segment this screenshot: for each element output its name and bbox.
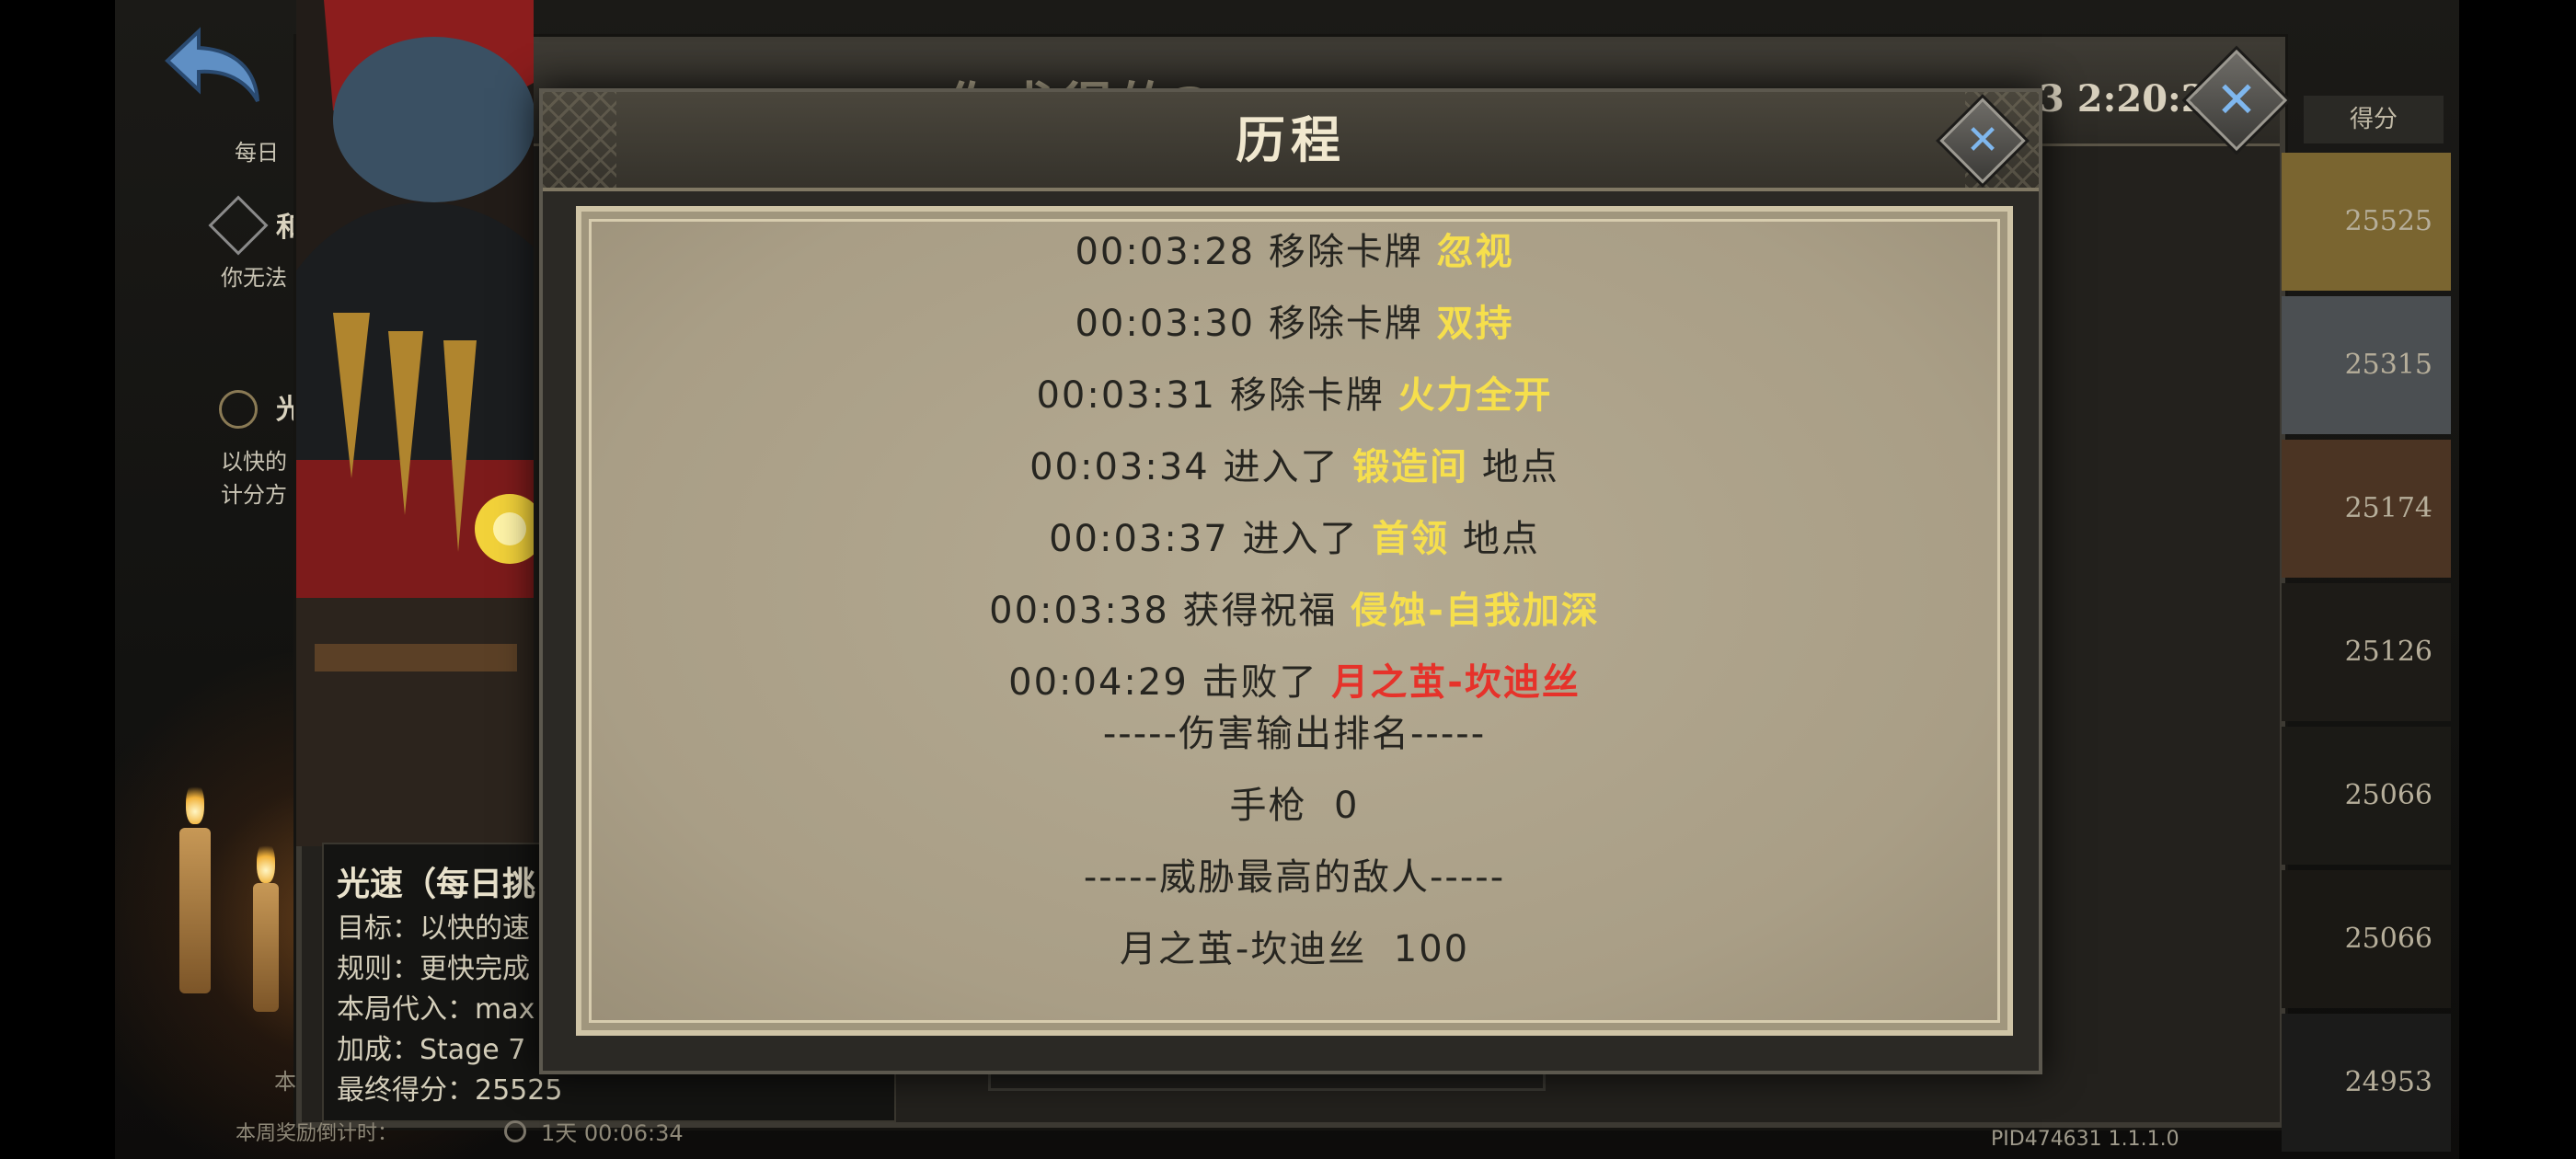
log-timestamp: 00:03:37 xyxy=(1049,518,1243,560)
history-log-entry: 00:03:28 移除卡牌 忽视 xyxy=(581,223,2007,281)
log-action: 获得祝福 xyxy=(1182,590,1351,632)
log-timestamp: 00:03:34 xyxy=(1029,446,1224,488)
target-icon xyxy=(219,390,258,429)
close-icon: ✕ xyxy=(1965,117,2000,164)
log-action: 移除卡牌 xyxy=(1229,374,1398,417)
challenge-title: 光速（每日挑 xyxy=(337,866,536,903)
history-log-entry: 00:03:30 移除卡牌 双持 xyxy=(581,294,2007,353)
log-timestamp: 00:03:31 xyxy=(1036,374,1230,417)
history-log-entry: 00:03:34 进入了 锻造间 地点 xyxy=(581,438,2007,497)
challenge-bonus: 加成：Stage 7 xyxy=(337,1034,526,1066)
history-log-entry: 00:03:38 获得祝福 侵蚀-自我加深 xyxy=(581,581,2007,640)
log-highlight: 侵蚀-自我加深 xyxy=(1351,590,1600,632)
history-log-entry: 00:04:29 击败了 月之茧-坎迪丝 xyxy=(581,653,2007,712)
score-column-header: 得分 xyxy=(2304,96,2444,143)
log-action: 移除卡牌 xyxy=(1268,231,1437,273)
score-cell[interactable]: 25126 xyxy=(2282,583,2451,721)
mode-item-desc: 计分方 xyxy=(221,482,287,508)
challenge-substitute: 本局代入：max xyxy=(337,993,535,1026)
challenge-rule: 规则：更快完成 xyxy=(337,953,530,985)
log-timestamp: 00:04:29 xyxy=(1008,661,1202,704)
candle-flame xyxy=(186,782,204,824)
log-highlight: 锻造间 xyxy=(1352,446,1469,488)
threat-header: -----威胁最高的敌人----- xyxy=(1083,856,1506,899)
mode-item-desc: 以快的 xyxy=(221,449,287,475)
log-highlight: 首领 xyxy=(1372,518,1450,560)
clock-icon xyxy=(504,1120,526,1142)
log-action: 进入了 xyxy=(1223,446,1353,488)
candle-flame xyxy=(257,841,275,883)
log-highlight: 月之茧-坎迪丝 xyxy=(1331,661,1581,704)
log-suffix: 地点 xyxy=(1449,518,1540,560)
log-highlight: 双持 xyxy=(1436,303,1514,345)
history-log-entry: 00:03:37 进入了 首领 地点 xyxy=(581,510,2007,568)
candle xyxy=(253,883,279,1012)
weekly-countdown-label: 本周奖励倒计时： xyxy=(236,1122,398,1145)
log-action: 进入了 xyxy=(1242,518,1373,560)
mode-item-desc: 你无法 xyxy=(221,265,287,291)
score-cell[interactable]: 25066 xyxy=(2282,870,2451,1008)
history-log-entry: 00:03:31 移除卡牌 火力全开 xyxy=(581,366,2007,425)
modal-header: 历程 xyxy=(543,92,2039,191)
back-button[interactable] xyxy=(162,24,263,107)
log-action: 移除卡牌 xyxy=(1268,303,1437,345)
log-highlight: 忽视 xyxy=(1436,231,1514,273)
log-action: 击败了 xyxy=(1202,661,1332,704)
candle xyxy=(179,828,211,993)
score-cell[interactable]: 25315 xyxy=(2282,296,2451,434)
final-score: 最终得分：25525 xyxy=(337,1074,563,1107)
log-highlight: 火力全开 xyxy=(1397,374,1553,417)
daily-tab-label[interactable]: 每日 xyxy=(235,134,279,166)
history-log-panel[interactable]: 00:03:28 移除卡牌 忽视 00:03:30 移除卡牌 双持 00:03:31… xyxy=(576,206,2013,1036)
score-cell[interactable]: 25174 xyxy=(2282,440,2451,578)
character-portrait xyxy=(296,0,534,846)
back-arrow-icon xyxy=(165,27,259,102)
score-cell[interactable]: 24953 xyxy=(2282,1014,2451,1152)
threat-entry: 月之茧-坎迪丝 100 xyxy=(1119,928,1470,970)
score-cell[interactable]: 25066 xyxy=(2282,727,2451,865)
log-suffix: 地点 xyxy=(1468,446,1559,488)
left-bottom-char: 本 xyxy=(274,1069,296,1095)
build-version-label: PID474631 1.1.1.0 xyxy=(1991,1128,2179,1151)
challenge-goal: 目标：以快的速 xyxy=(337,912,530,945)
log-timestamp: 00:03:38 xyxy=(989,590,1183,632)
close-icon: ✕ xyxy=(2215,71,2258,129)
damage-ranking-entry: 手枪 0 xyxy=(1229,785,1360,827)
log-timestamp: 00:03:30 xyxy=(1075,303,1269,345)
log-timestamp: 00:03:28 xyxy=(1075,231,1269,273)
damage-ranking-header: -----伤害输出排名----- xyxy=(1102,713,1487,755)
score-cell[interactable]: 25525 xyxy=(2282,153,2451,291)
modal-title: 历程 xyxy=(1236,110,1346,169)
weekly-countdown-value: 1天 00:06:34 xyxy=(541,1120,684,1146)
history-modal: 历程 ✕ 00:03:28 移除卡牌 忽视 00:03:30 移除卡牌 双持 00:… xyxy=(539,88,2042,1074)
